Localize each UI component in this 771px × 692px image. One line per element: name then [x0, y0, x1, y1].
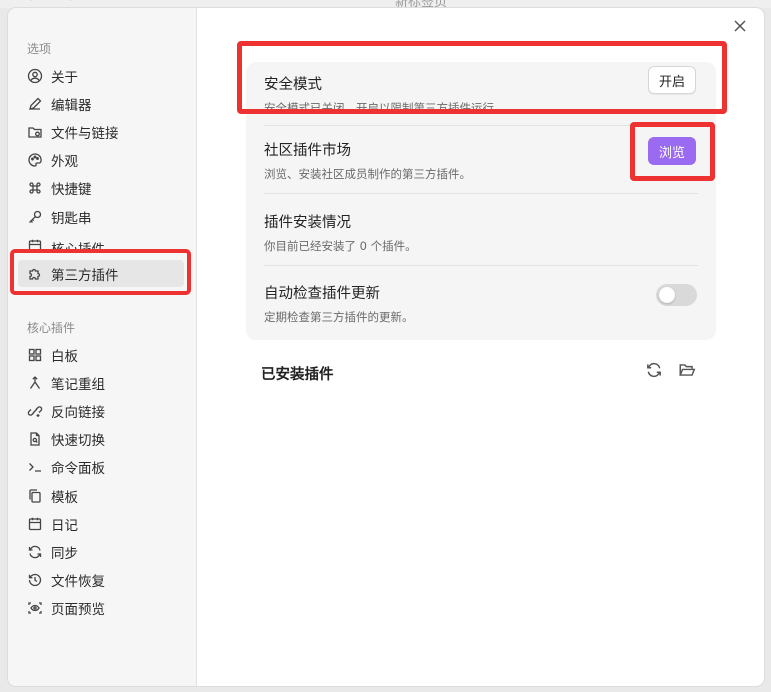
divider — [264, 193, 698, 194]
sidebar-item-editor[interactable]: 编辑器 — [18, 91, 184, 117]
setting-title: 自动检查插件更新 — [264, 286, 380, 302]
highlight-browse-button — [630, 122, 715, 181]
window-titlebar: ← → 新标签页 — [0, 0, 771, 10]
core-section-label: 核心插件 — [27, 321, 76, 335]
sidebar-item-label: 快速切换 — [51, 433, 105, 449]
setting-title: 插件安装情况 — [264, 215, 351, 231]
open-plugins-folder-button[interactable] — [678, 363, 696, 381]
layout-grid-icon — [27, 347, 43, 363]
user-circle-icon — [27, 68, 43, 84]
sidebar-item-page-preview[interactable]: 页面预览 — [18, 595, 184, 621]
sidebar-item-note-composer[interactable]: 笔记重组 — [18, 370, 184, 396]
setting-auto-update: 自动检查插件更新 定期检查第三方插件的更新。 — [264, 282, 698, 325]
sidebar-item-label: 模板 — [51, 490, 78, 506]
highlight-safe-mode — [237, 41, 727, 114]
calendar-icon — [27, 516, 43, 532]
sidebar-item-label: 关于 — [51, 70, 78, 86]
close-button[interactable] — [730, 17, 750, 37]
file-search-icon — [27, 431, 43, 447]
sidebar-item-label: 同步 — [51, 546, 78, 562]
sidebar-item-label: 反向链接 — [51, 405, 105, 421]
sidebar-item-label: 外观 — [51, 154, 78, 170]
sidebar-item-label: 日记 — [51, 518, 78, 534]
sync-icon — [27, 544, 43, 560]
copy-icon — [27, 488, 43, 504]
folder-link-icon — [27, 124, 43, 140]
sidebar-item-label: 快捷键 — [51, 182, 92, 198]
sidebar-item-keychain[interactable]: 钥匙串 — [18, 204, 184, 230]
setting-install-status: 插件安装情况 你目前已经安装了 0 个插件。 — [264, 211, 698, 254]
highlight-community-plugins — [10, 249, 191, 295]
pencil-icon — [27, 96, 43, 112]
command-icon — [27, 180, 43, 196]
close-icon — [733, 18, 747, 37]
history-icon — [27, 572, 43, 588]
settings-sidebar: 选项 关于 编辑器 文件与链接 外观 快捷键 钥匙串 核心插件 第三方插件 核心… — [8, 8, 197, 686]
settings-modal: 选项 关于 编辑器 文件与链接 外观 快捷键 钥匙串 核心插件 第三方插件 核心… — [8, 8, 764, 686]
sidebar-item-hotkeys[interactable]: 快捷键 — [18, 175, 184, 201]
backlink-icon — [27, 403, 43, 419]
sidebar-item-label: 笔记重组 — [51, 377, 105, 393]
terminal-icon — [27, 459, 43, 475]
divider — [264, 265, 698, 266]
sidebar-item-quick-switcher[interactable]: 快速切换 — [18, 426, 184, 452]
sidebar-item-appearance[interactable]: 外观 — [18, 147, 184, 173]
sidebar-item-backlinks[interactable]: 反向链接 — [18, 398, 184, 424]
sidebar-item-sync[interactable]: 同步 — [18, 539, 184, 565]
sidebar-item-about[interactable]: 关于 — [18, 63, 184, 89]
toggle-knob — [659, 287, 675, 303]
installed-plugins-title: 已安装插件 — [261, 367, 334, 383]
nav-arrows[interactable]: ← → — [28, 0, 84, 6]
setting-desc: 定期检查第三方插件的更新。 — [264, 310, 414, 324]
setting-desc: 你目前已经安装了 0 个插件。 — [264, 239, 417, 253]
reload-icon — [645, 361, 663, 383]
scan-eye-icon — [27, 600, 43, 616]
sidebar-item-file-recovery[interactable]: 文件恢复 — [18, 567, 184, 593]
sidebar-item-label: 编辑器 — [51, 98, 92, 114]
sidebar-item-label: 文件恢复 — [51, 574, 105, 590]
sidebar-item-daily-notes[interactable]: 日记 — [18, 511, 184, 537]
options-section-label: 选项 — [27, 42, 52, 56]
sidebar-item-label: 白板 — [51, 349, 78, 365]
key-icon — [27, 209, 43, 225]
sidebar-item-label: 钥匙串 — [51, 211, 92, 227]
sidebar-item-files-links[interactable]: 文件与链接 — [18, 119, 184, 145]
sidebar-item-canvas[interactable]: 白板 — [18, 342, 184, 368]
reload-plugins-button[interactable] — [645, 361, 663, 383]
sidebar-item-label: 命令面板 — [51, 461, 105, 477]
palette-icon — [27, 152, 43, 168]
merge-icon — [27, 375, 43, 391]
sidebar-item-command-palette[interactable]: 命令面板 — [18, 454, 184, 480]
sidebar-item-label: 页面预览 — [51, 602, 105, 618]
auto-update-toggle[interactable] — [656, 284, 697, 306]
folder-open-icon — [678, 361, 696, 383]
sidebar-item-templates[interactable]: 模板 — [18, 483, 184, 509]
sidebar-item-label: 文件与链接 — [51, 126, 119, 142]
